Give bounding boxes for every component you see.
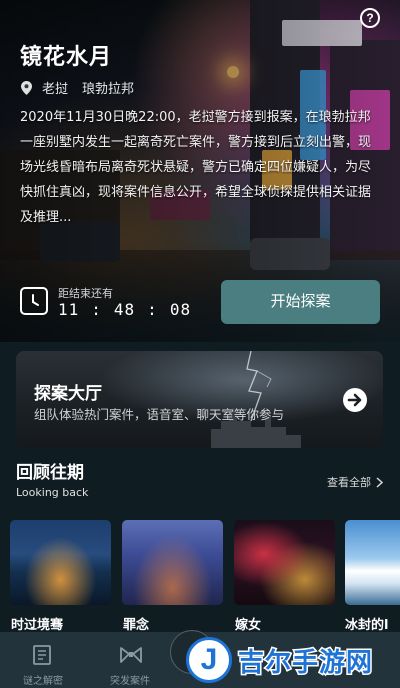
chevron-right-icon: [376, 476, 383, 488]
past-cases-list[interactable]: [10, 520, 400, 610]
location-city: 琅勃拉邦: [82, 82, 135, 97]
countdown-hours: 11: [58, 300, 80, 319]
hall-subtitle: 组队体验热门案件，语音室、聊天室等你参与: [34, 407, 285, 422]
nav-label-puzzles: 谜之解密: [23, 676, 63, 687]
nav-label-cases: 突发案件: [110, 676, 150, 687]
start-investigation-button[interactable]: 开始探案: [221, 280, 380, 324]
countdown-separator: :: [91, 300, 102, 319]
past-case-thumbnail[interactable]: [234, 520, 335, 605]
past-case-thumbnail[interactable]: [345, 520, 400, 605]
help-button[interactable]: ?: [360, 8, 380, 28]
countdown-minutes: 48: [113, 300, 136, 319]
past-case-thumbnail[interactable]: [10, 520, 111, 605]
countdown-separator: :: [147, 300, 158, 319]
see-all-link[interactable]: 查看全部: [327, 474, 383, 490]
countdown-timer: 11 : 48 : 08: [58, 300, 191, 319]
countdown-label: 距结束还有: [58, 287, 113, 300]
nav-item-puzzles[interactable]: 谜之解密: [3, 632, 83, 688]
bowtie-icon: [120, 647, 142, 663]
past-case-label[interactable]: 罪念: [123, 614, 149, 633]
arrow-right-circle-icon[interactable]: [342, 387, 368, 413]
see-all-label: 查看全部: [327, 476, 371, 489]
past-case-label[interactable]: 时过境骞: [11, 614, 63, 633]
book-icon: [33, 645, 51, 665]
past-case-label[interactable]: 嫁女: [235, 614, 261, 633]
review-section-title: 回顾往期: [16, 463, 84, 483]
past-case-label[interactable]: 冰封的l: [345, 614, 388, 633]
site-watermark: J 吉尔手游网: [186, 632, 400, 688]
watermark-logo: J: [186, 637, 232, 683]
review-section-subtitle: Looking back: [16, 486, 89, 499]
location-country: 老挝: [42, 82, 69, 97]
clock-icon: [20, 287, 48, 315]
hall-title: 探案大厅: [34, 384, 102, 404]
case-title: 镜花水月: [20, 45, 113, 70]
case-description: 2020年11月30日晚22:00，老挝警方接到报案，在琅勃拉邦一座别墅内发生一…: [20, 110, 372, 225]
countdown-seconds: 08: [169, 300, 192, 319]
investigation-hall-banner[interactable]: 探案大厅 组队体验热门案件，语音室、聊天室等你参与: [16, 351, 383, 448]
location-pin-icon: [21, 80, 32, 95]
watermark-text: 吉尔手游网: [236, 646, 374, 679]
past-case-thumbnail[interactable]: [122, 520, 223, 605]
location-row: 老挝 琅勃拉邦: [21, 78, 134, 97]
nav-item-cases[interactable]: 突发案件: [90, 632, 170, 688]
